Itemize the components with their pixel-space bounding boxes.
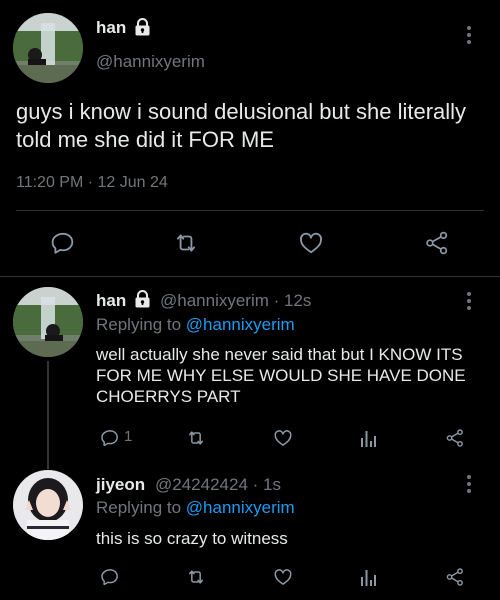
more-options-icon[interactable] [466, 475, 472, 496]
like-icon[interactable] [273, 428, 293, 448]
main-tweet-text: guys i know i sound delusional but she l… [16, 99, 467, 152]
share-icon[interactable] [424, 230, 450, 256]
reply-handle-time[interactable]: @24242424 · 1s [155, 475, 281, 495]
reply-text: this is so crazy to witness [96, 529, 288, 548]
reply-text: well actually she never said that but I … [96, 345, 466, 406]
retweet-icon[interactable] [172, 230, 200, 256]
more-options-icon[interactable] [466, 26, 472, 47]
reply-icon[interactable] [50, 230, 76, 256]
main-timestamp[interactable]: 11:20 PM · 12 Jun 24 [16, 174, 168, 192]
replying-to-prefix: Replying to [96, 315, 186, 334]
share-icon[interactable] [445, 428, 465, 448]
retweet-icon[interactable] [185, 567, 207, 587]
replying-to-prefix: Replying to [96, 498, 186, 517]
retweet-icon[interactable] [185, 428, 207, 448]
replying-to: Replying to @hannixyerim [96, 498, 295, 518]
replying-to-handle[interactable]: @hannixyerim [186, 315, 295, 334]
share-icon[interactable] [445, 567, 465, 587]
reply-icon[interactable] [100, 428, 120, 448]
main-divider [16, 210, 484, 211]
section-divider [0, 276, 500, 277]
reply-avatar-jiyeon[interactable] [13, 470, 83, 540]
thread-line [47, 361, 49, 469]
main-handle[interactable]: @hannixyerim [96, 52, 205, 72]
replying-to-handle[interactable]: @hannixyerim [186, 498, 295, 517]
reply-count: 1 [124, 428, 133, 445]
reply-icon[interactable] [100, 567, 120, 587]
reply-avatar-han[interactable] [13, 287, 83, 357]
lock-icon [134, 18, 151, 36]
analytics-icon[interactable] [359, 428, 377, 448]
reply-display-name[interactable]: han [96, 291, 126, 311]
lock-icon [134, 290, 151, 308]
reply-handle-time[interactable]: @hannixyerim · 12s [160, 291, 311, 311]
main-avatar[interactable] [13, 13, 83, 83]
more-options-icon[interactable] [466, 292, 472, 313]
analytics-icon[interactable] [359, 567, 377, 587]
main-display-name[interactable]: han [96, 18, 126, 38]
reply-display-name[interactable]: jiyeon [96, 475, 145, 495]
like-icon[interactable] [273, 567, 293, 587]
replying-to: Replying to @hannixyerim [96, 315, 295, 335]
like-icon[interactable] [298, 230, 324, 256]
